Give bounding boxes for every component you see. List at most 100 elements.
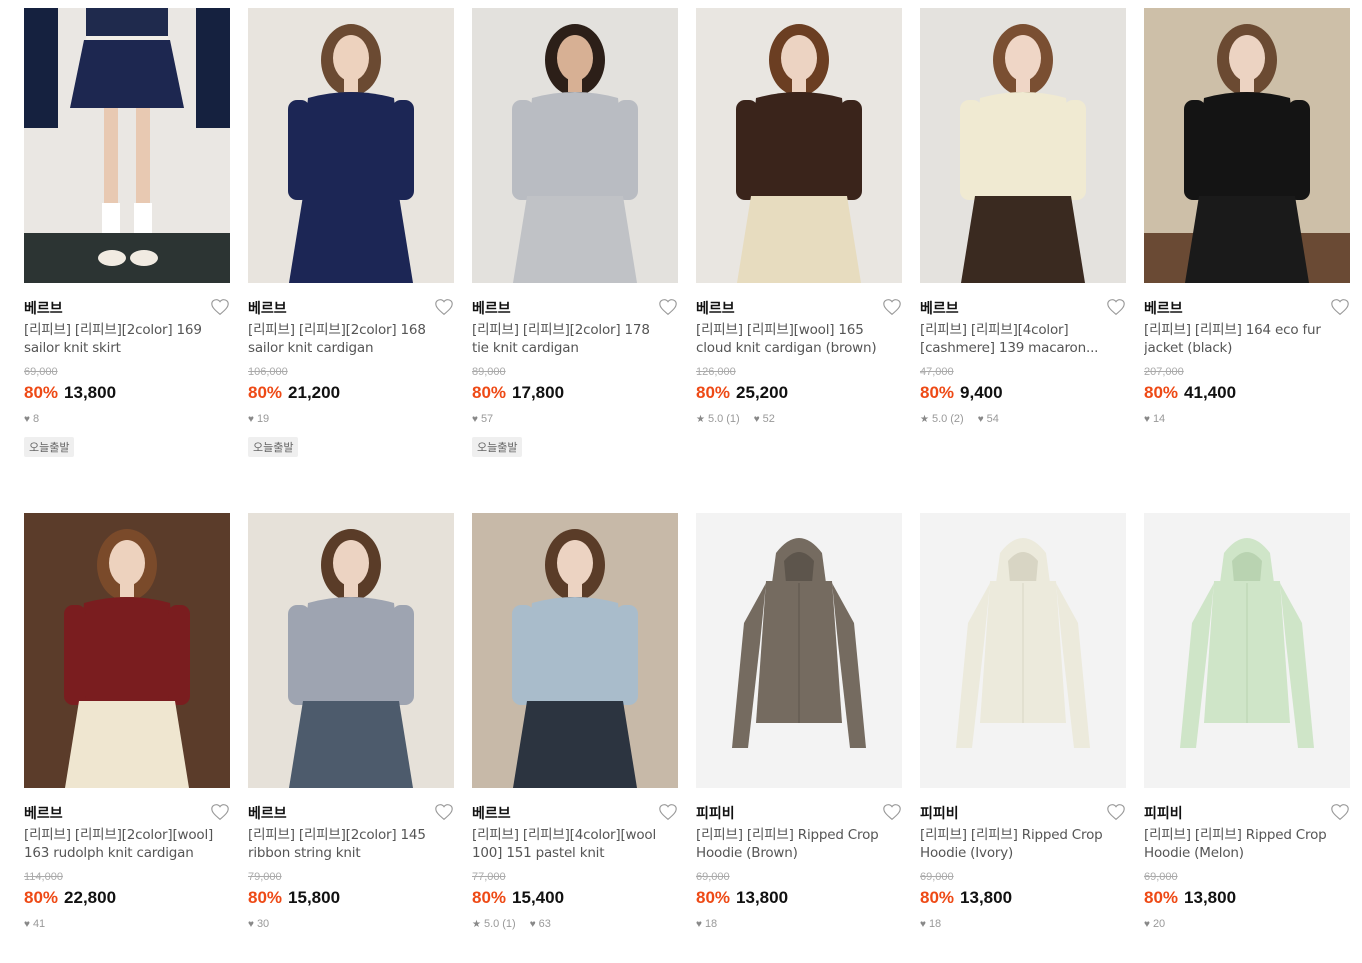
discount-rate: 80% bbox=[472, 383, 507, 402]
product-title[interactable]: [리피브] [리피브][2color] 169 sailor knit skir… bbox=[24, 321, 214, 357]
shipping-badge: 오늘출발 bbox=[24, 437, 75, 457]
product-title[interactable]: [리피브] [리피브] Ripped Crop Hoodie (Brown) bbox=[696, 826, 886, 862]
original-price: 114,000 bbox=[24, 871, 63, 883]
sale-price: 13,800 bbox=[64, 383, 117, 402]
brand-name[interactable]: 베르브 bbox=[24, 298, 63, 318]
heart-icon[interactable] bbox=[658, 298, 678, 316]
like-icon: ♥ bbox=[248, 413, 254, 425]
brand-name[interactable]: 피피비 bbox=[920, 803, 959, 823]
product-image[interactable] bbox=[248, 8, 454, 283]
product-title[interactable]: [리피브] [리피브][2color][wool] 163 rudolph kn… bbox=[24, 826, 214, 862]
original-price: 77,000 bbox=[472, 871, 506, 883]
product-card[interactable]: 피피비 [리피브] [리피브] Ripped Crop Hoodie (Ivor… bbox=[920, 513, 1126, 963]
product-card[interactable]: 베르브 [리피브] [리피브][2color] 169 sailor knit … bbox=[24, 8, 230, 458]
product-title[interactable]: [리피브] [리피브][2color] 168 sailor knit card… bbox=[248, 321, 438, 357]
product-title[interactable]: [리피브] [리피브] Ripped Crop Hoodie (Ivory) bbox=[920, 826, 1110, 862]
price-row: 80% 13,800 bbox=[920, 888, 1012, 908]
product-card[interactable]: 피피비 [리피브] [리피브] Ripped Crop Hoodie (Brow… bbox=[696, 513, 902, 963]
like-icon: ♥ bbox=[977, 413, 984, 425]
discount-rate: 80% bbox=[24, 383, 59, 402]
product-card[interactable]: 베르브 [리피브] [리피브][2color][wool] 163 rudolp… bbox=[24, 513, 230, 963]
price-row: 80% 13,800 bbox=[1144, 888, 1236, 908]
product-card[interactable]: 베르브 [리피브] [리피브] 164 eco fur jacket (blac… bbox=[1144, 8, 1350, 458]
shipping-badge: 오늘출발 bbox=[472, 437, 523, 457]
price-row: 80% 13,800 bbox=[696, 888, 788, 908]
discount-rate: 80% bbox=[1144, 888, 1179, 907]
discount-rate: 80% bbox=[24, 888, 59, 907]
heart-icon[interactable] bbox=[434, 298, 454, 316]
heart-icon[interactable] bbox=[1330, 803, 1350, 821]
like-count: 8 bbox=[32, 413, 40, 425]
product-title[interactable]: [리피브] [리피브][2color] 145 ribbon string kn… bbox=[248, 826, 438, 862]
heart-icon[interactable] bbox=[434, 803, 454, 821]
brand-name[interactable]: 피피비 bbox=[696, 803, 735, 823]
brand-name[interactable]: 베르브 bbox=[696, 298, 735, 318]
price-row: 80% 21,200 bbox=[248, 383, 340, 403]
like-count: 54 bbox=[986, 413, 999, 425]
heart-icon[interactable] bbox=[1106, 803, 1126, 821]
product-card[interactable]: 베르브 [리피브] [리피브][wool] 165 cloud knit car… bbox=[696, 8, 902, 458]
brand-name[interactable]: 베르브 bbox=[248, 803, 287, 823]
heart-icon[interactable] bbox=[210, 803, 230, 821]
product-card[interactable]: 베르브 [리피브] [리피브][4color][wool 100] 151 pa… bbox=[472, 513, 678, 963]
brand-name[interactable]: 베르브 bbox=[920, 298, 959, 318]
discount-rate: 80% bbox=[920, 888, 955, 907]
product-meta: ♥ 18 bbox=[920, 918, 941, 930]
product-image[interactable] bbox=[920, 8, 1126, 283]
brand-name[interactable]: 베르브 bbox=[472, 298, 511, 318]
product-image[interactable] bbox=[472, 513, 678, 788]
like-count: 57 bbox=[480, 413, 494, 425]
like-icon: ♥ bbox=[24, 413, 30, 425]
heart-icon[interactable] bbox=[1330, 298, 1350, 316]
review-count: (2) bbox=[950, 413, 964, 425]
original-price: 69,000 bbox=[696, 871, 730, 883]
brand-name[interactable]: 베르브 bbox=[1144, 298, 1183, 318]
product-title[interactable]: [리피브] [리피브][4color][cashmere] 139 macaro… bbox=[920, 321, 1110, 357]
heart-icon[interactable] bbox=[658, 803, 678, 821]
original-price: 106,000 bbox=[248, 366, 288, 378]
product-card[interactable]: 베르브 [리피브] [리피브][2color] 178 tie knit car… bbox=[472, 8, 678, 458]
product-image[interactable] bbox=[1144, 8, 1350, 283]
product-card[interactable]: 피피비 [리피브] [리피브] Ripped Crop Hoodie (Melo… bbox=[1144, 513, 1350, 963]
product-title[interactable]: [리피브] [리피브] 164 eco fur jacket (black) bbox=[1144, 321, 1334, 357]
price-row: 80% 13,800 bbox=[24, 383, 116, 403]
product-image[interactable] bbox=[472, 8, 678, 283]
price-row: 80% 15,800 bbox=[248, 888, 340, 908]
product-meta: ♥ 20 bbox=[1144, 918, 1165, 930]
discount-rate: 80% bbox=[696, 888, 731, 907]
like-count: 20 bbox=[1152, 918, 1166, 930]
discount-rate: 80% bbox=[472, 888, 507, 907]
brand-name[interactable]: 피피비 bbox=[1144, 803, 1183, 823]
product-title[interactable]: [리피브] [리피브][wool] 165 cloud knit cardiga… bbox=[696, 321, 886, 357]
heart-icon[interactable] bbox=[882, 803, 902, 821]
brand-name[interactable]: 베르브 bbox=[472, 803, 511, 823]
heart-icon[interactable] bbox=[210, 298, 230, 316]
product-image[interactable] bbox=[24, 8, 230, 283]
product-image[interactable] bbox=[696, 8, 902, 283]
product-card[interactable]: 베르브 [리피브] [리피브][2color] 168 sailor knit … bbox=[248, 8, 454, 458]
product-meta: ★ 5.0 (1) ♥ 63 bbox=[472, 918, 551, 930]
heart-icon[interactable] bbox=[1106, 298, 1126, 316]
product-image[interactable] bbox=[1144, 513, 1350, 788]
star-icon: ★ bbox=[696, 413, 705, 425]
product-image[interactable] bbox=[920, 513, 1126, 788]
price-row: 80% 15,400 bbox=[472, 888, 564, 908]
brand-name[interactable]: 베르브 bbox=[248, 298, 287, 318]
heart-icon[interactable] bbox=[882, 298, 902, 316]
like-count: 30 bbox=[256, 918, 270, 930]
product-card[interactable]: 베르브 [리피브] [리피브][4color][cashmere] 139 ma… bbox=[920, 8, 1126, 458]
product-image[interactable] bbox=[248, 513, 454, 788]
sale-price: 22,800 bbox=[64, 888, 117, 907]
product-title[interactable]: [리피브] [리피브][4color][wool 100] 151 pastel… bbox=[472, 826, 662, 862]
sale-price: 13,800 bbox=[960, 888, 1013, 907]
product-image[interactable] bbox=[696, 513, 902, 788]
product-meta: ♥ 19 bbox=[248, 413, 269, 425]
product-image[interactable] bbox=[24, 513, 230, 788]
sale-price: 17,800 bbox=[512, 383, 565, 402]
product-title[interactable]: [리피브] [리피브][2color] 178 tie knit cardiga… bbox=[472, 321, 662, 357]
review-count: (1) bbox=[726, 413, 740, 425]
like-count: 41 bbox=[32, 918, 46, 930]
product-card[interactable]: 베르브 [리피브] [리피브][2color] 145 ribbon strin… bbox=[248, 513, 454, 963]
brand-name[interactable]: 베르브 bbox=[24, 803, 63, 823]
product-title[interactable]: [리피브] [리피브] Ripped Crop Hoodie (Melon) bbox=[1144, 826, 1334, 862]
